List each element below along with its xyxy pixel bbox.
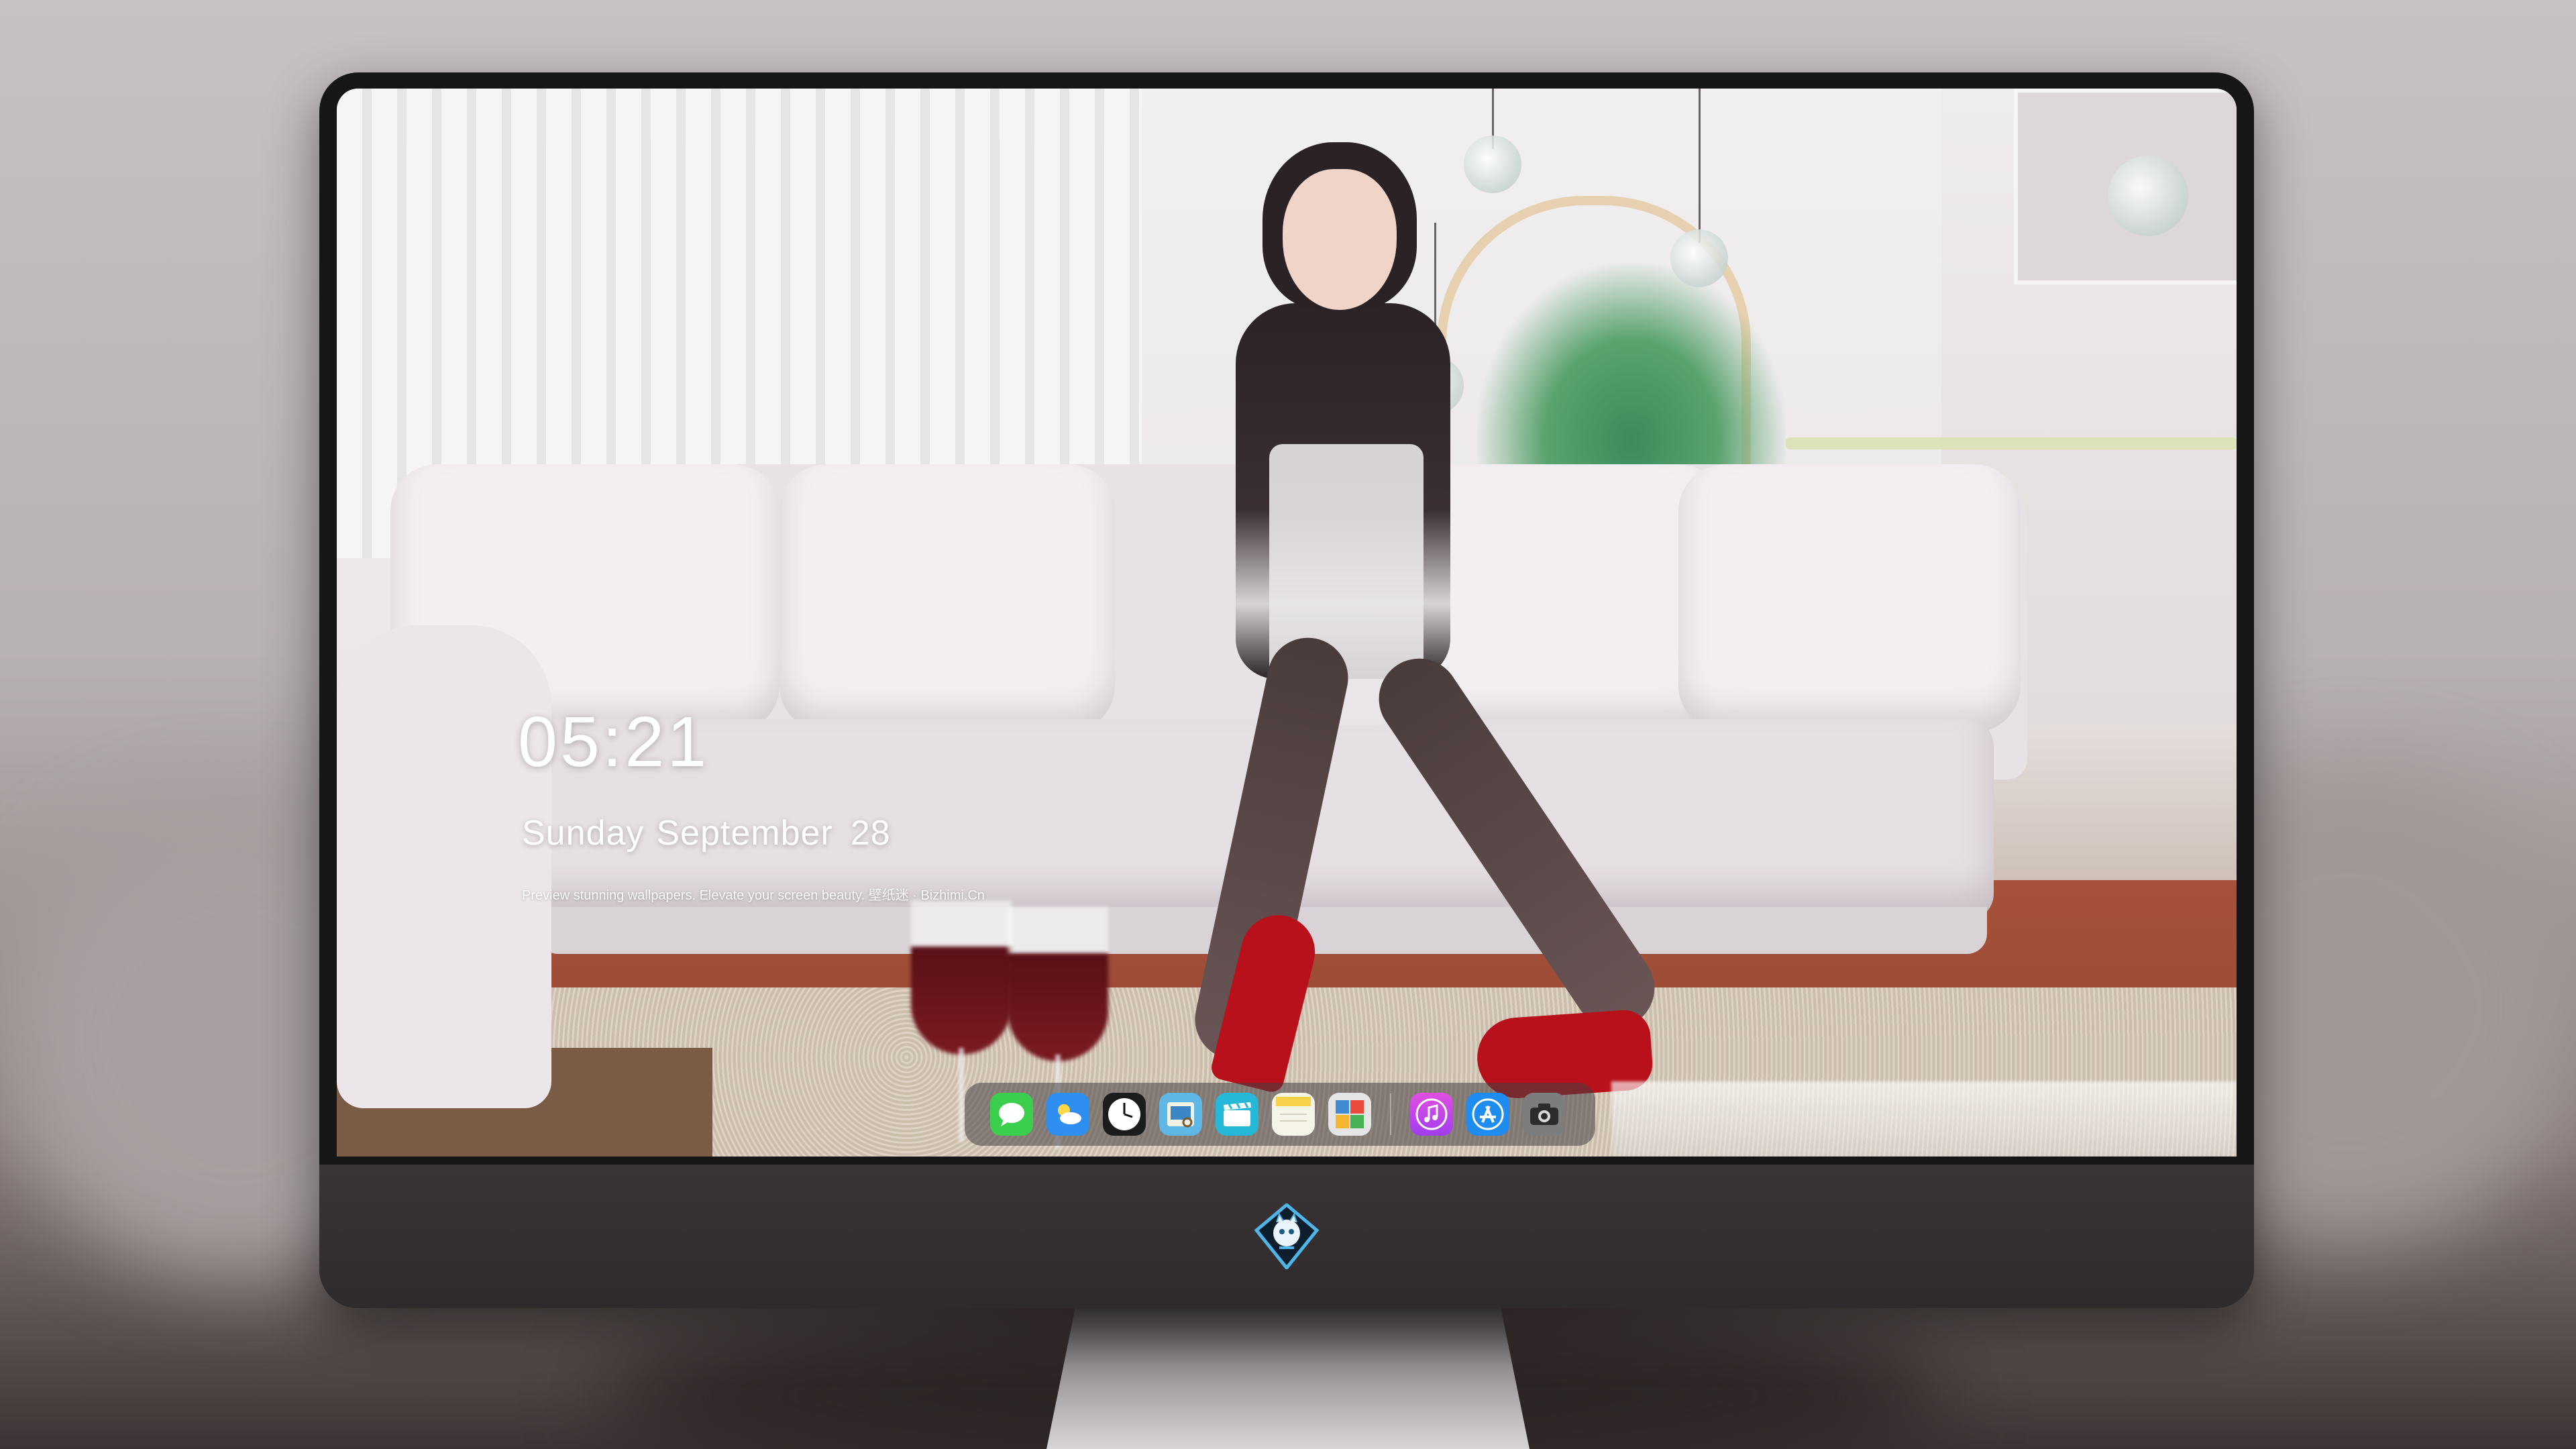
lock-screen-clock: 05:21 [518, 702, 710, 782]
lock-screen-tagline: Preview stunning wallpapers. Elevate you… [522, 888, 985, 903]
wallpaper-lamp [2108, 156, 2188, 236]
wallpaper-figure [1102, 129, 1670, 1068]
dock-separator [1390, 1093, 1391, 1135]
wallpaper-sofa-arm [337, 625, 551, 1108]
monitor: 05:21 Sunday September 28 Preview stunning… [319, 72, 2254, 1308]
wallpaper-wine-glass-stem [959, 1048, 964, 1142]
date-month: September [656, 814, 833, 853]
photo-booth-icon[interactable] [1328, 1093, 1371, 1136]
clips-icon[interactable] [1216, 1093, 1258, 1136]
wallpaper-shelf [1786, 437, 2237, 449]
app-store-icon[interactable] [1466, 1093, 1509, 1136]
camera-icon[interactable] [1523, 1093, 1566, 1136]
monitor-stand [1046, 1307, 1529, 1449]
weather-icon[interactable] [1046, 1093, 1089, 1136]
wallpaper-sofa-cushion [1678, 464, 2021, 733]
wallpaper-wine-glass [1008, 907, 1108, 1061]
music-icon[interactable] [1410, 1093, 1453, 1136]
messages-icon[interactable] [990, 1093, 1033, 1136]
monitor-chin [319, 1165, 2254, 1308]
wallpaper-lamp-wire [1699, 89, 1701, 243]
wallpaper-figure-face [1283, 169, 1397, 310]
dock [965, 1083, 1595, 1146]
wallpaper-wine-glass [911, 900, 1012, 1055]
lock-screen-date: Sunday September 28 [522, 813, 891, 853]
monitor-logo-icon [1254, 1202, 1320, 1271]
preview-icon[interactable] [1159, 1093, 1202, 1136]
date-day: 28 [850, 814, 891, 853]
wallpaper-glass-table [1611, 1081, 2237, 1157]
notes-icon[interactable] [1272, 1093, 1315, 1136]
wallpaper-sofa-cushion [780, 464, 1115, 733]
clock-icon[interactable] [1103, 1093, 1146, 1136]
wallpaper-lamp [1670, 229, 1728, 287]
date-weekday: Sunday [522, 814, 645, 853]
lock-screen[interactable]: 05:21 Sunday September 28 Preview stunning… [337, 89, 2237, 1157]
